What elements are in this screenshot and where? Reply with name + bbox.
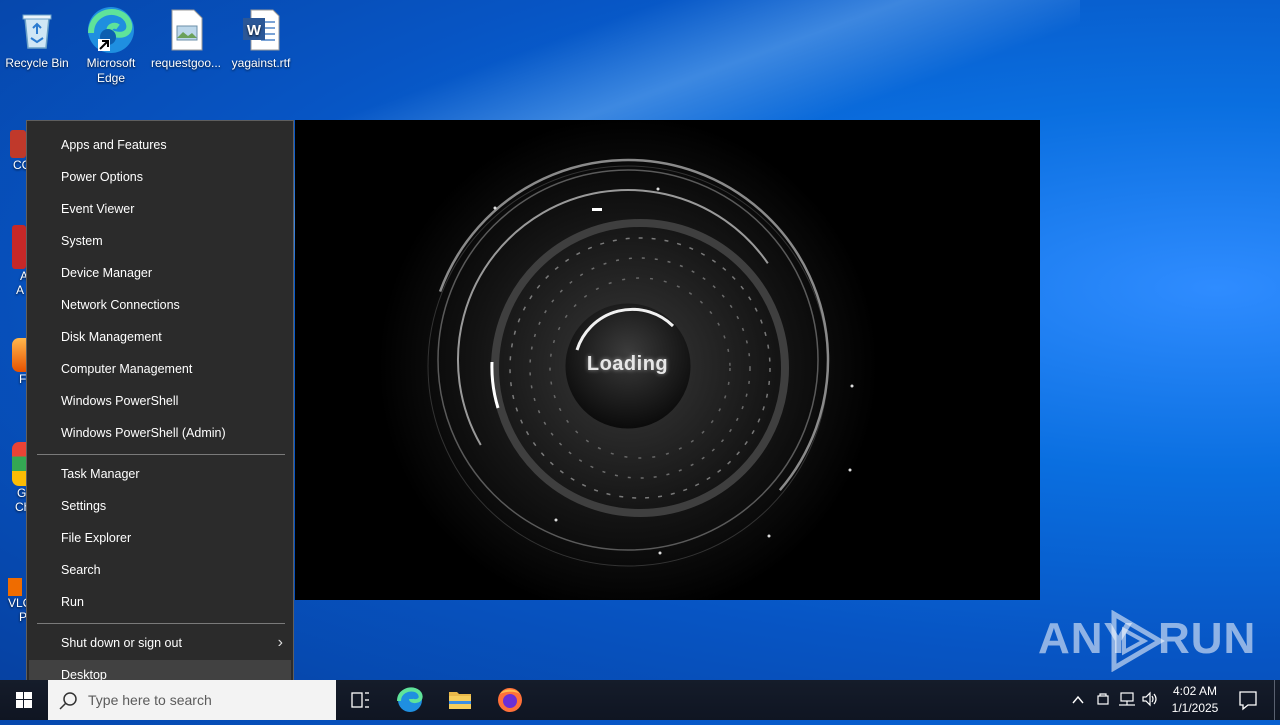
svg-text:W: W — [247, 22, 262, 39]
menu-item-label: Event Viewer — [61, 202, 135, 216]
vlc-icon — [8, 578, 22, 596]
menu-item-task-manager[interactable]: Task Manager — [29, 459, 291, 489]
desktop-icon-label: Recycle Bin — [5, 56, 69, 70]
task-view-icon — [351, 692, 369, 708]
menu-item-label: Windows PowerShell (Admin) — [61, 426, 226, 440]
loading-label: Loading — [586, 353, 669, 375]
windows-logo-icon — [16, 692, 32, 708]
anyrun-watermark: ANY RUN — [1038, 608, 1255, 672]
menu-item-label: System — [61, 234, 103, 248]
menu-item-label: Disk Management — [61, 330, 162, 344]
winx-context-menu: Apps and Features Power Options Event Vi… — [26, 120, 294, 698]
loading-splash-window: Loading — [295, 120, 1040, 600]
app-shortcut-icon — [10, 130, 26, 158]
clock-time: 4:02 AM — [1172, 684, 1218, 698]
desktop-icon-yagainst-rtf[interactable]: W yagainst.rtf — [225, 8, 297, 71]
menu-item-settings[interactable]: Settings — [29, 491, 291, 521]
menu-item-label: Task Manager — [61, 467, 140, 481]
menu-item-windows-powershell-admin[interactable]: Windows PowerShell (Admin) — [29, 418, 291, 448]
taskbar-search-box[interactable]: Type here to search — [48, 680, 336, 720]
desktop-icon-microsoft-edge[interactable]: Microsoft Edge — [75, 7, 147, 86]
taskbar-clock[interactable]: 4:02 AM 1/1/2025 — [1160, 683, 1230, 717]
desktop-icon-recycle-bin[interactable]: Recycle Bin — [1, 8, 73, 71]
menu-item-power-options[interactable]: Power Options — [29, 162, 291, 192]
search-icon — [59, 692, 77, 710]
taskbar-file-explorer-button[interactable] — [436, 680, 484, 720]
menu-item-search[interactable]: Search — [29, 555, 291, 585]
menu-item-device-manager[interactable]: Device Manager — [29, 258, 291, 288]
volume-icon[interactable] — [1141, 691, 1159, 707]
menu-item-disk-management[interactable]: Disk Management — [29, 322, 291, 352]
edge-icon — [88, 7, 134, 53]
word-document-icon: W — [239, 8, 283, 52]
task-view-button[interactable] — [336, 680, 384, 720]
menu-item-label: File Explorer — [61, 531, 132, 545]
taskbar: Type here to search 4:02 AM 1/1/2025 — [0, 680, 1280, 720]
notification-icon — [1239, 691, 1257, 711]
folder-icon — [449, 692, 471, 709]
menu-item-label: Network Connections — [61, 298, 180, 312]
firefox-icon — [12, 338, 26, 372]
menu-item-network-connections[interactable]: Network Connections — [29, 290, 291, 320]
menu-item-label: Settings — [61, 499, 107, 513]
network-icon[interactable] — [1118, 691, 1136, 707]
menu-item-label: Run — [61, 595, 84, 609]
menu-item-event-viewer[interactable]: Event Viewer — [29, 194, 291, 224]
chevron-up-icon[interactable] — [1071, 693, 1085, 707]
edge-icon — [397, 687, 423, 712]
search-placeholder: Type here to search — [88, 692, 212, 708]
menu-item-label: Power Options — [61, 170, 143, 184]
menu-separator — [37, 623, 285, 624]
security-icon[interactable] — [1095, 691, 1111, 707]
menu-item-windows-powershell[interactable]: Windows PowerShell — [29, 386, 291, 416]
desktop-icon-label: requestgoo... — [150, 56, 222, 70]
desktop-icon-requestgoo[interactable]: requestgoo... — [150, 8, 222, 71]
clock-date: 1/1/2025 — [1171, 701, 1219, 715]
menu-item-run[interactable]: Run — [29, 587, 291, 617]
menu-item-label: Device Manager — [61, 266, 153, 280]
chevron-right-icon: › — [277, 634, 283, 651]
menu-item-label: Windows PowerShell — [61, 394, 179, 408]
menu-item-label: Computer Management — [61, 362, 193, 376]
menu-separator — [37, 454, 285, 455]
desktop-icon-label: yagainst.rtf — [231, 56, 291, 70]
taskbar-firefox-button[interactable] — [486, 680, 534, 720]
watermark-text: RUN — [1158, 614, 1257, 663]
menu-item-shut-down-or-sign-out[interactable]: Shut down or sign out › — [29, 628, 291, 658]
app-shortcut-icon — [12, 225, 26, 269]
menu-item-system[interactable]: System — [29, 226, 291, 256]
menu-item-computer-management[interactable]: Computer Management — [29, 354, 291, 384]
desktop-icon-label: Microsoft Edge — [86, 56, 136, 85]
menu-item-label: Shut down or sign out — [61, 636, 182, 650]
taskbar-edge-button[interactable] — [386, 680, 434, 720]
system-tray — [1068, 680, 1158, 720]
image-file-icon — [164, 8, 208, 52]
show-desktop-button[interactable] — [1274, 680, 1280, 720]
action-center-button[interactable] — [1226, 680, 1270, 720]
recycle-bin-icon — [15, 8, 59, 52]
firefox-icon — [498, 688, 522, 712]
menu-item-apps-and-features[interactable]: Apps and Features — [29, 130, 291, 160]
chrome-icon — [12, 442, 26, 486]
menu-item-label: Search — [61, 563, 101, 577]
start-button[interactable] — [0, 680, 48, 720]
menu-item-file-explorer[interactable]: File Explorer — [29, 523, 291, 553]
menu-item-label: Apps and Features — [61, 138, 167, 152]
